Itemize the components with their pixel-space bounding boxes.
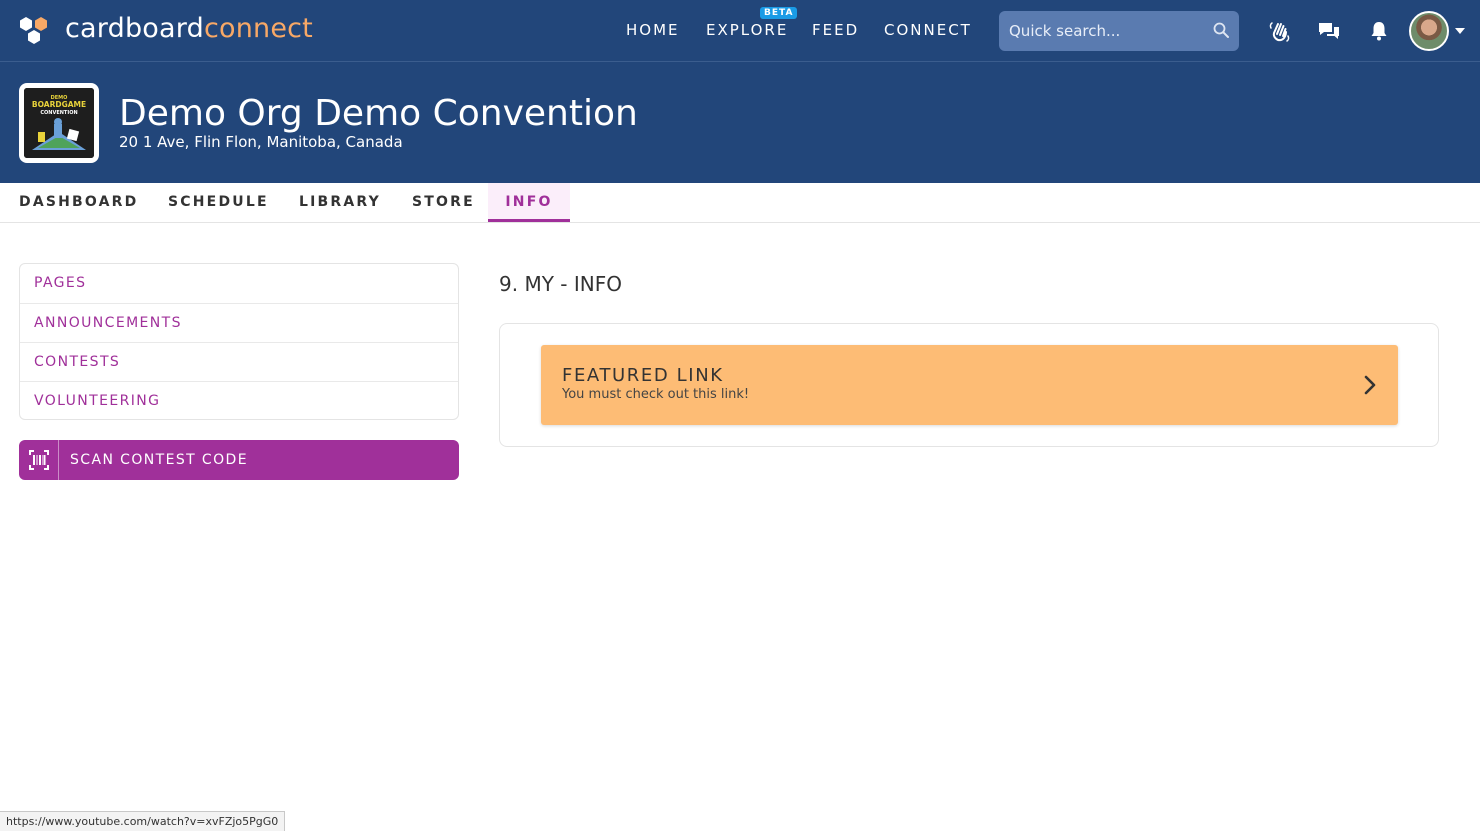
nav-feed[interactable]: FEED [812, 21, 859, 39]
info-page-heading: 9. MY - INFO [499, 272, 622, 296]
chevron-right-icon [1364, 375, 1376, 395]
sidebar-item-volunteering[interactable]: VOLUNTEERING [20, 381, 458, 420]
nav-connect[interactable]: CONNECT [884, 21, 972, 39]
scan-contest-code-label: SCAN CONTEST CODE [70, 452, 248, 468]
search-icon[interactable] [1213, 22, 1229, 38]
sidebar-item-contests[interactable]: CONTESTS [20, 342, 458, 381]
hand-wave-icon[interactable] [1268, 19, 1292, 43]
chat-bubbles-icon[interactable] [1317, 19, 1341, 43]
user-avatar[interactable] [1409, 11, 1449, 51]
brand-part-1: cardboard [65, 13, 204, 44]
convention-header: DEMO BOARDGAME CONVENTION Demo Org Demo … [0, 62, 1480, 183]
tab-info[interactable]: INFO [488, 183, 570, 222]
featured-link-button[interactable]: FEATURED LINK You must check out this li… [541, 345, 1398, 425]
search-input[interactable] [999, 11, 1209, 51]
info-card: FEATURED LINK You must check out this li… [499, 323, 1439, 447]
brand-name[interactable]: cardboardconnect [65, 13, 313, 44]
quick-search [999, 11, 1239, 51]
convention-logo: DEMO BOARDGAME CONVENTION [19, 83, 99, 163]
link-preview-status: https://www.youtube.com/watch?v=xvFZjo5P… [0, 811, 286, 831]
nav-home[interactable]: HOME [626, 21, 680, 39]
tab-store[interactable]: STORE [412, 183, 475, 222]
beta-badge: BETA [760, 7, 798, 19]
convention-address: 20 1 Ave, Flin Flon, Manitoba, Canada [119, 133, 403, 151]
featured-link-title: FEATURED LINK [562, 365, 724, 386]
cardboardconnect-logo-icon[interactable] [18, 14, 52, 48]
barcode-scan-icon [29, 450, 49, 470]
chevron-down-icon[interactable] [1455, 28, 1465, 34]
nav-explore[interactable]: EXPLORE [706, 21, 788, 39]
tab-library[interactable]: LIBRARY [299, 183, 381, 222]
logo-text-main: BOARDGAME [32, 100, 86, 109]
boardgame-logo-art: DEMO BOARDGAME CONVENTION [24, 88, 94, 158]
convention-tabs: DASHBOARD SCHEDULE LIBRARY STORE INFO [0, 183, 1480, 223]
scan-icon-container [19, 440, 59, 480]
convention-logo-image: DEMO BOARDGAME CONVENTION [24, 88, 94, 158]
tab-dashboard[interactable]: DASHBOARD [19, 183, 139, 222]
top-navbar: cardboardconnect HOME EXPLORE BETA FEED … [0, 0, 1480, 62]
featured-link-subtitle: You must check out this link! [562, 387, 750, 402]
sidebar-item-pages[interactable]: PAGES [20, 264, 458, 303]
info-sidebar-menu: PAGES ANNOUNCEMENTS CONTESTS VOLUNTEERIN… [19, 263, 459, 420]
scan-contest-code-button[interactable]: SCAN CONTEST CODE [19, 440, 459, 480]
bell-icon[interactable] [1367, 19, 1391, 43]
page-title: Demo Org Demo Convention [119, 93, 638, 134]
brand-part-2: connect [203, 13, 313, 44]
logo-text-sub: CONVENTION [40, 110, 77, 116]
tab-schedule[interactable]: SCHEDULE [168, 183, 269, 222]
sidebar-item-announcements[interactable]: ANNOUNCEMENTS [20, 303, 458, 342]
